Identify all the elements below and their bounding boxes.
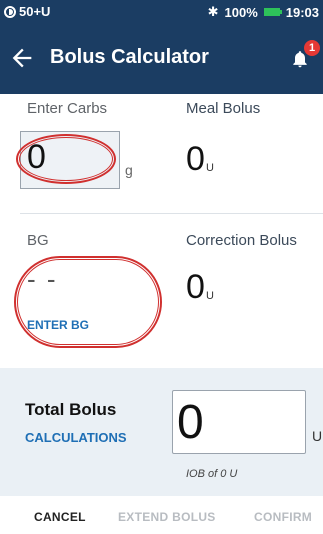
extend-bolus-button[interactable]: EXTEND BOLUS — [118, 510, 216, 524]
notification-badge: 1 — [304, 40, 320, 56]
notification-button[interactable]: 1 — [288, 40, 320, 74]
carbs-label: Enter Carbs — [27, 100, 108, 117]
meal-bolus-unit: U — [206, 162, 214, 174]
total-bolus-input[interactable]: 0 — [172, 390, 306, 454]
calculations-link[interactable]: CALCULATIONS — [25, 430, 127, 445]
annotation-ring-bg-inner — [17, 259, 159, 345]
carbs-unit: g — [125, 162, 133, 178]
meal-bolus-value: 0 — [186, 140, 205, 178]
total-bolus-unit: U — [312, 428, 323, 444]
correction-bolus-unit: U — [206, 290, 214, 302]
status-time: 19:03 — [285, 4, 319, 20]
bg-label: BG — [27, 232, 49, 249]
app-bar: Bolus Calculator 1 — [0, 24, 323, 94]
page-title: Bolus Calculator — [50, 46, 209, 68]
iob-text: IOB of 0 U — [186, 468, 238, 480]
total-bolus-value: 0 — [177, 396, 204, 449]
status-left-text: 50+U — [19, 4, 51, 19]
confirm-button[interactable]: CONFIRM — [254, 510, 312, 524]
bluetooth-icon: ✱ — [207, 4, 219, 19]
correction-bolus-value: 0 — [186, 268, 205, 306]
circle-half-icon — [4, 5, 16, 18]
battery-percent: 100% — [224, 4, 258, 20]
meal-bolus-label: Meal Bolus — [186, 100, 261, 117]
status-right: ✱ 100% 19:03 — [208, 4, 319, 20]
battery-icon — [263, 8, 282, 16]
cancel-button[interactable]: CANCEL — [34, 510, 86, 524]
annotation-ring-carbs-inner — [19, 137, 113, 181]
arrow-left-icon[interactable] — [8, 44, 36, 72]
status-bar: 50+U ✱ 100% 19:03 — [0, 0, 323, 24]
action-bar: CANCEL EXTEND BOLUS CONFIRM — [0, 496, 323, 534]
correction-bolus-label: Correction Bolus — [186, 232, 297, 249]
total-bolus-label: Total Bolus — [25, 400, 117, 419]
status-left: 50+U — [4, 4, 50, 19]
section-divider — [20, 213, 323, 214]
total-bolus-panel: Total Bolus CALCULATIONS 0 U IOB of 0 U — [0, 368, 323, 496]
